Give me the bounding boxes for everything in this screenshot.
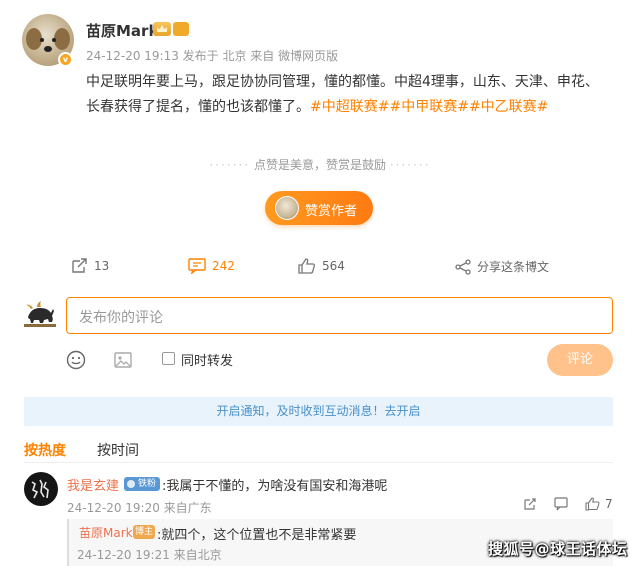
like-button[interactable]: 564 bbox=[298, 258, 345, 274]
reward-divider: ······· 点赞是美意，赞赏是鼓励 ······· bbox=[209, 158, 431, 172]
repost-icon bbox=[72, 258, 87, 273]
crown-icon[interactable] bbox=[153, 22, 171, 36]
reply-meta: 24-12-20 19:21 来自北京 bbox=[77, 548, 222, 562]
topic-tag[interactable]: #中超联赛# bbox=[310, 99, 389, 115]
reward-author-button[interactable]: 赞赏作者 bbox=[265, 191, 373, 225]
member-badge-icon[interactable] bbox=[173, 22, 189, 36]
repost-button[interactable]: 13 bbox=[70, 258, 109, 274]
notification-banner[interactable]: 开启通知，及时收到互动消息！去开启 bbox=[24, 397, 613, 426]
reply-text: :就四个，这个位置也不是非常紧要 bbox=[157, 528, 357, 543]
comment-count: 242 bbox=[212, 259, 235, 273]
divider-text: 点赞是美意，赞赏是鼓励 bbox=[253, 158, 386, 172]
commenter-avatar[interactable] bbox=[24, 472, 58, 506]
comment-input[interactable]: 发布你的评论 bbox=[66, 297, 613, 334]
watermark: 搜狐号@球王话体坛 bbox=[488, 540, 628, 558]
comment-reply-icon[interactable] bbox=[554, 497, 568, 511]
repost-count: 13 bbox=[94, 259, 110, 273]
comment-like-icon bbox=[585, 497, 600, 511]
thumbs-up-icon bbox=[298, 258, 316, 274]
comment-icon bbox=[188, 258, 206, 274]
sort-divider bbox=[24, 462, 613, 463]
author-name[interactable]: 苗原Mark bbox=[86, 20, 158, 41]
share-button[interactable]: 分享这条博文 bbox=[455, 258, 549, 275]
post-text: 中足联明年要上马，跟足协协同管理，懂的都懂。中超4理事，山东、天津、申花、长春获… bbox=[86, 70, 606, 120]
reward-avatar bbox=[275, 196, 299, 220]
comment-text: :我属于不懂的，为啥没有国安和海港呢 bbox=[162, 479, 388, 494]
comment-like-count: 7 bbox=[605, 497, 613, 511]
topic-tag[interactable]: #中甲联赛# bbox=[389, 99, 468, 115]
bull-avatar-icon[interactable] bbox=[24, 295, 56, 327]
comment-repost-icon[interactable] bbox=[523, 497, 537, 511]
tab-sort-hot[interactable]: 按热度 bbox=[24, 440, 66, 460]
commenter-avatar-icon bbox=[31, 479, 49, 499]
fan-badge[interactable]: 铁粉 bbox=[124, 477, 160, 491]
comment-meta: 24-12-20 19:20 来自广东 bbox=[67, 501, 212, 515]
emoji-icon[interactable] bbox=[66, 350, 86, 370]
comment-like-button[interactable]: 7 bbox=[585, 497, 613, 511]
reward-label: 赞赏作者 bbox=[305, 204, 358, 219]
repost-checkbox[interactable] bbox=[162, 352, 175, 365]
blogger-badge: 博主 bbox=[133, 525, 155, 539]
verified-icon: v bbox=[58, 52, 73, 67]
reply-author-name[interactable]: 苗原Mark bbox=[79, 524, 133, 541]
tab-sort-time[interactable]: 按时间 bbox=[97, 440, 139, 460]
like-count: 564 bbox=[322, 259, 345, 273]
image-icon[interactable] bbox=[113, 350, 133, 370]
comment-placeholder: 发布你的评论 bbox=[79, 310, 163, 326]
share-label: 分享这条博文 bbox=[477, 260, 550, 274]
submit-comment-button[interactable]: 评论 bbox=[547, 344, 613, 376]
share-icon bbox=[455, 258, 471, 275]
commenter-name[interactable]: 我是玄建 bbox=[67, 475, 119, 494]
post-meta: 24-12-20 19:13 发布于 北京 来自 微博网页版 bbox=[86, 49, 339, 63]
repost-checkbox-label[interactable]: 同时转发 bbox=[181, 350, 233, 369]
comment-button[interactable]: 242 bbox=[188, 258, 235, 274]
topic-tag[interactable]: #中乙联赛# bbox=[469, 99, 548, 115]
